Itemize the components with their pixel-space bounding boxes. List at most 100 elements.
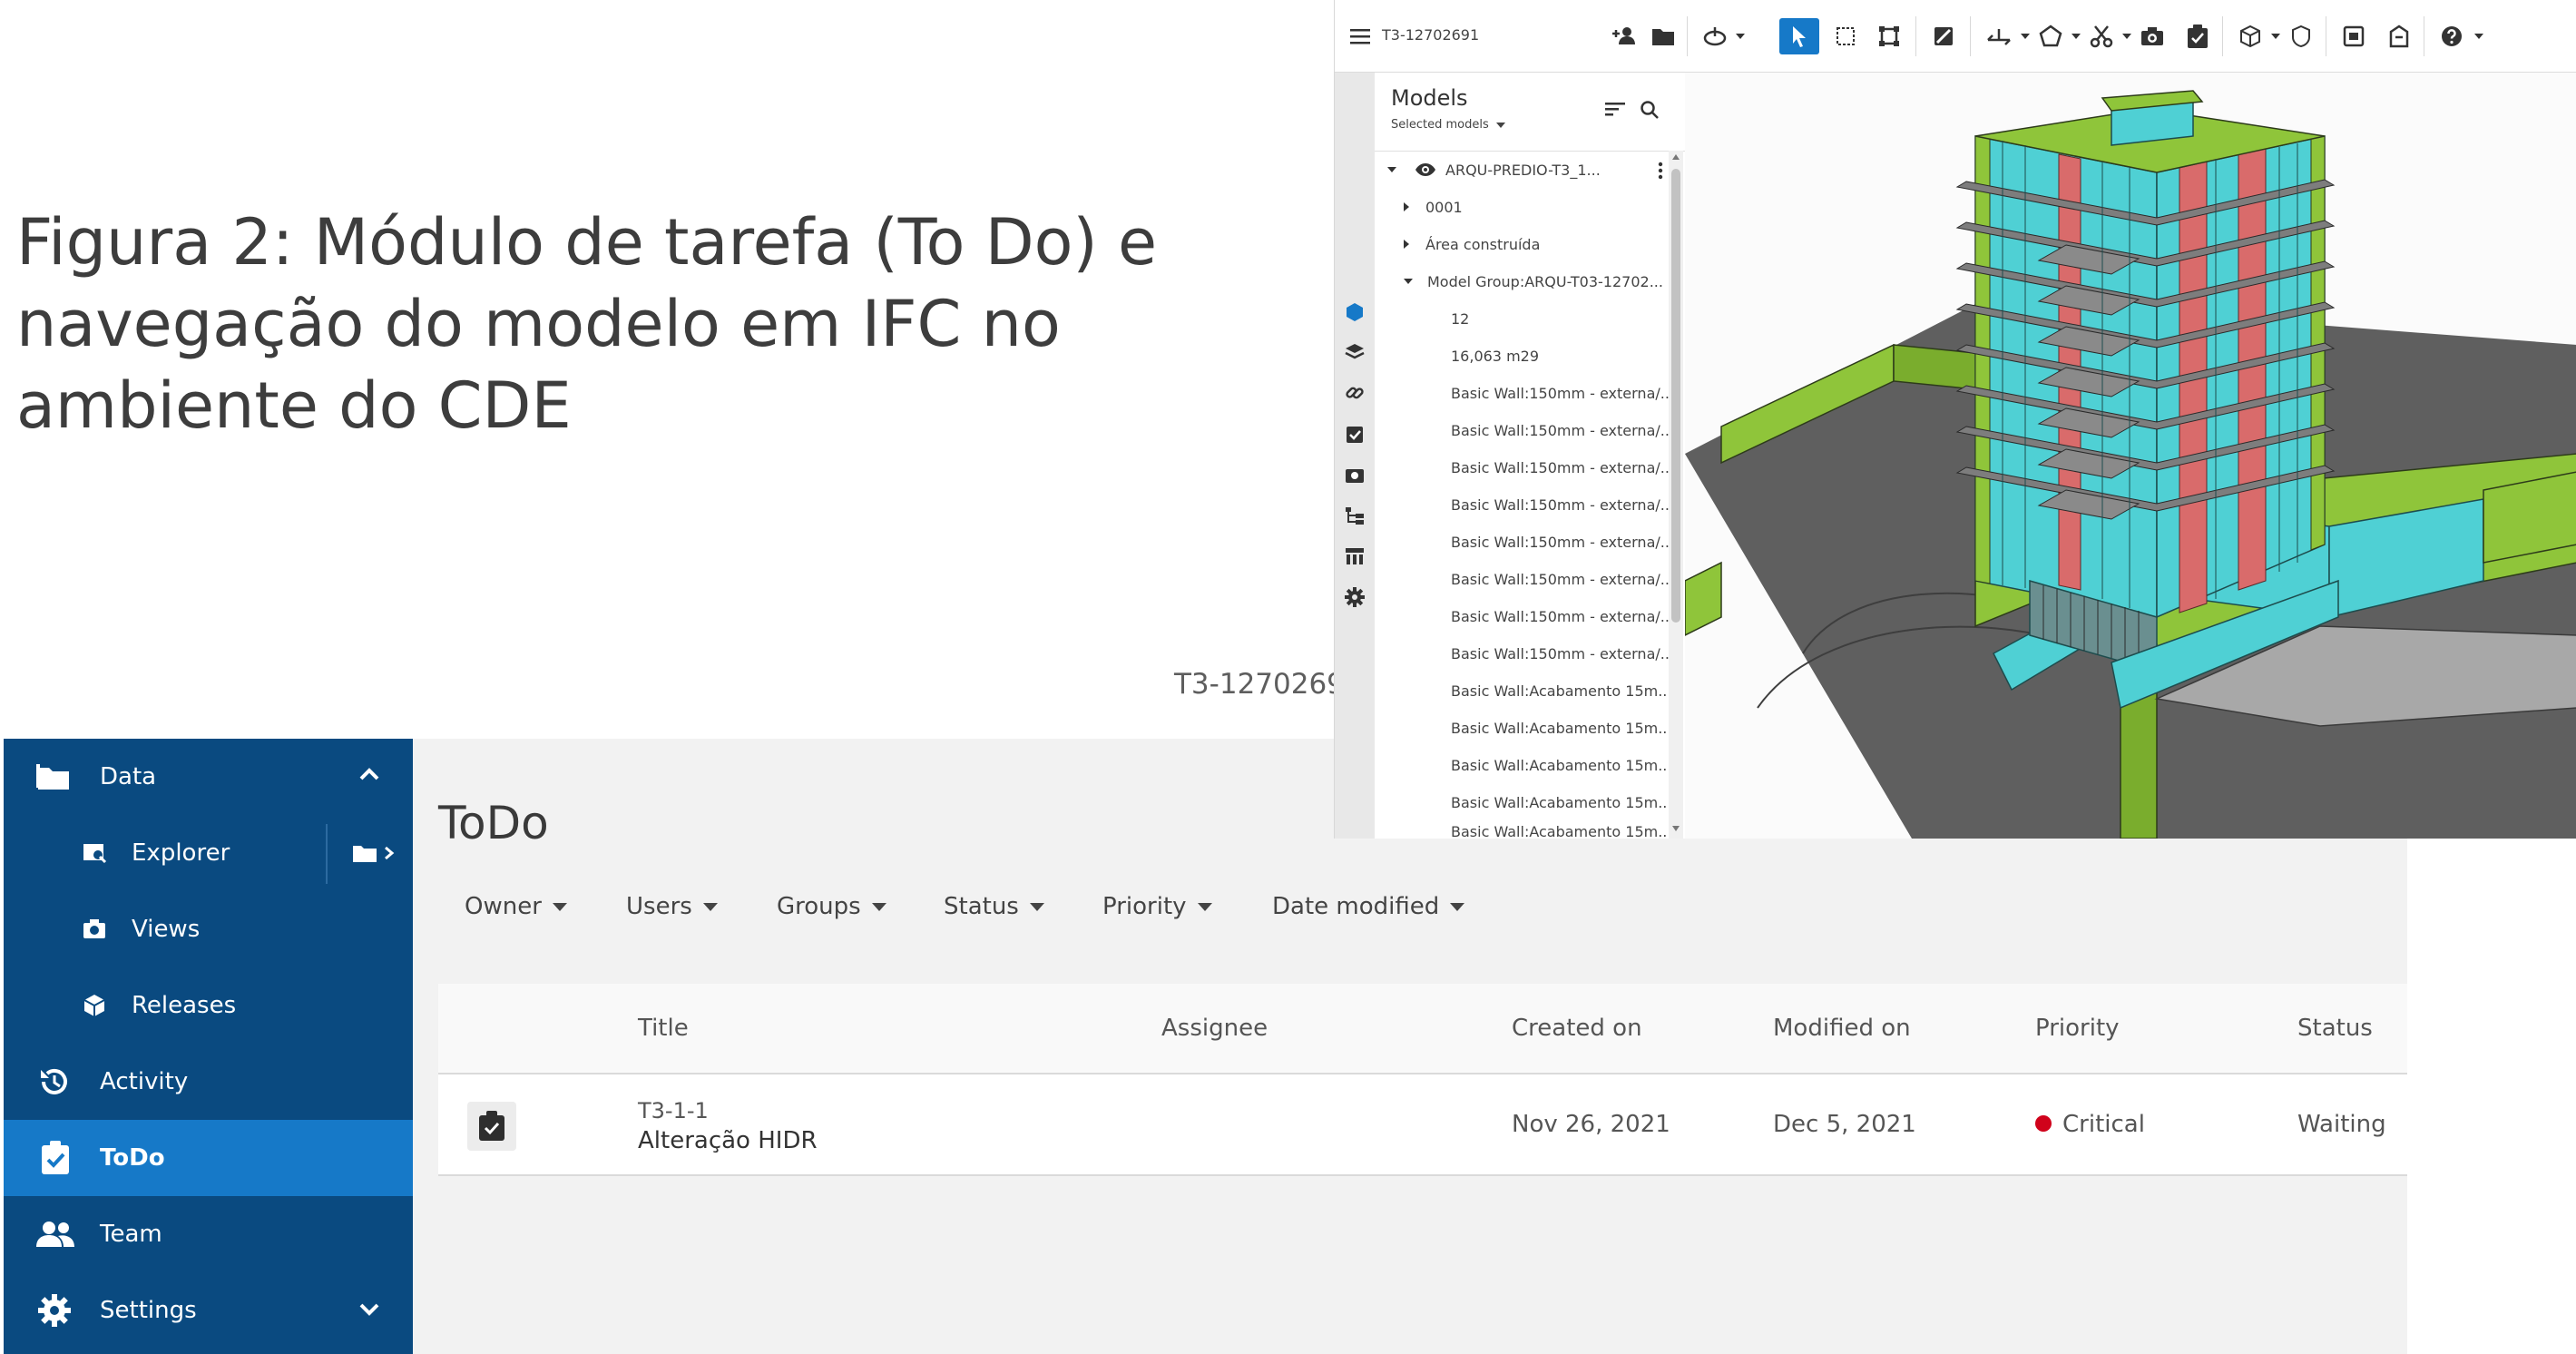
expand-caret-icon[interactable] xyxy=(1404,279,1413,284)
view-cube-icon[interactable] xyxy=(2237,22,2264,51)
column-header-modified-on[interactable]: Modified on xyxy=(1773,1015,1911,1042)
camera-icon[interactable] xyxy=(2139,22,2166,51)
table-icon[interactable] xyxy=(1344,545,1366,567)
project-code-label: T3-1270269 xyxy=(1174,668,1345,701)
3d-model-canvas[interactable] xyxy=(1685,73,2576,839)
tree-item[interactable]: Basic Wall:150mm - externa/... xyxy=(1451,531,1674,553)
sidebar-item-views[interactable]: Views xyxy=(4,891,413,967)
caret-down-icon[interactable] xyxy=(2474,34,2483,39)
shield-icon[interactable] xyxy=(2287,22,2315,51)
tree-item-label: Model Group:ARQU-T03-12702... xyxy=(1427,272,1663,290)
models-panel: Models Selected models ARQU-PREDIO-T3_1.… xyxy=(1375,73,1685,839)
chevron-up-icon[interactable] xyxy=(357,762,382,788)
column-header-status[interactable]: Status xyxy=(2297,1015,2373,1042)
filter-users[interactable]: Users xyxy=(626,893,718,920)
caret-down-icon[interactable] xyxy=(2072,34,2081,39)
tree-item[interactable]: Basic Wall:150mm - externa/... xyxy=(1451,605,1674,627)
filter-status[interactable]: Status xyxy=(944,893,1044,920)
tree-item[interactable]: Basic Wall:150mm - externa/... xyxy=(1451,456,1674,478)
menu-icon[interactable] xyxy=(1349,22,1371,51)
caret-down-icon[interactable] xyxy=(2021,34,2030,39)
tree-item[interactable]: Basic Wall:150mm - externa/... xyxy=(1451,643,1674,664)
filter-label: Priority xyxy=(1102,893,1187,920)
add-user-icon[interactable] xyxy=(1610,22,1639,51)
select-pointer-icon[interactable] xyxy=(1779,18,1819,54)
tree-item[interactable]: Basic Wall:150mm - externa/... xyxy=(1451,382,1674,404)
divider xyxy=(1687,16,1688,56)
tree-scrollbar[interactable] xyxy=(1669,151,1683,839)
eye-icon[interactable] xyxy=(1415,162,1436,177)
sort-icon[interactable] xyxy=(1605,100,1625,123)
sidebar-item-settings[interactable]: Settings xyxy=(4,1272,413,1349)
tree-item-label: Basic Wall:Acabamento 15m... xyxy=(1451,682,1672,700)
models-cube-icon[interactable] xyxy=(1344,301,1366,323)
table-row[interactable]: T3-1-1 Alteração HIDR Nov 26, 2021 Dec 5… xyxy=(438,1074,2407,1176)
tree-item[interactable]: Basic Wall:Acabamento 15m... xyxy=(1451,754,1671,776)
sidebar-item-releases[interactable]: Releases xyxy=(4,967,413,1044)
tree-item[interactable]: Basic Wall:Acabamento 15m... xyxy=(1451,824,1671,839)
column-header-created-on[interactable]: Created on xyxy=(1512,1015,1642,1042)
tree-item[interactable]: Área construída xyxy=(1404,233,1540,255)
caret-down-icon[interactable] xyxy=(2122,34,2131,39)
crop-select-icon[interactable] xyxy=(1876,22,1903,51)
caret-down-icon[interactable] xyxy=(1736,34,1745,39)
tree-item[interactable]: Basic Wall:150mm - externa/... xyxy=(1451,568,1674,590)
measure-icon[interactable] xyxy=(1984,22,2013,51)
tag-icon[interactable] xyxy=(2385,22,2413,51)
filter-date-modified[interactable]: Date modified xyxy=(1272,893,1465,920)
tree-item[interactable]: Basic Wall:Acabamento 15m... xyxy=(1451,791,1671,813)
expand-caret-icon[interactable] xyxy=(1404,202,1409,211)
viewer-side-rail xyxy=(1335,73,1375,839)
tree-item[interactable]: 12 xyxy=(1451,308,1469,329)
sidebar-item-activity[interactable]: Activity xyxy=(4,1044,413,1120)
column-header-assignee[interactable]: Assignee xyxy=(1161,1015,1268,1042)
clipboard-icon[interactable] xyxy=(2340,22,2367,51)
box-select-icon[interactable] xyxy=(1832,22,1859,51)
building-model-render[interactable] xyxy=(1685,73,2576,839)
expand-caret-icon[interactable] xyxy=(1387,167,1396,172)
todo-icon[interactable] xyxy=(1344,423,1366,445)
add-todo-icon[interactable] xyxy=(2184,22,2211,51)
link-icon[interactable] xyxy=(1344,382,1366,404)
sidebar-item-team[interactable]: Team xyxy=(4,1196,413,1272)
tree-item-model[interactable]: ARQU-PREDIO-T3_1... xyxy=(1387,159,1601,181)
more-options-icon[interactable] xyxy=(1658,162,1663,184)
sidebar-item-data[interactable]: Data xyxy=(4,739,413,815)
scissors-icon[interactable] xyxy=(2088,22,2115,51)
task-title[interactable]: Alteração HIDR xyxy=(638,1127,818,1154)
tree-item[interactable]: Basic Wall:Acabamento 15m... xyxy=(1451,680,1671,702)
gear-icon[interactable] xyxy=(1344,586,1366,608)
expand-caret-icon[interactable] xyxy=(1404,240,1409,249)
column-header-title[interactable]: Title xyxy=(638,1015,689,1042)
caret-down-icon[interactable] xyxy=(2271,34,2280,39)
tree-item[interactable]: Basic Wall:150mm - externa/... xyxy=(1451,419,1674,441)
filter-owner[interactable]: Owner xyxy=(465,893,567,920)
column-header-priority[interactable]: Priority xyxy=(2035,1015,2120,1042)
help-icon[interactable] xyxy=(2438,22,2465,51)
scroll-up-icon[interactable] xyxy=(1672,154,1680,160)
folder-icon[interactable] xyxy=(1650,22,1676,51)
task-priority: Critical xyxy=(2035,1111,2145,1138)
tree-item[interactable]: Model Group:ARQU-T03-12702... xyxy=(1404,270,1663,292)
camera-icon[interactable] xyxy=(1344,464,1366,486)
sidebar-item-explorer[interactable]: Explorer xyxy=(4,815,413,891)
hide-selection-icon[interactable] xyxy=(1930,22,1957,51)
tree-item[interactable]: 0001 xyxy=(1404,196,1463,218)
filter-priority[interactable]: Priority xyxy=(1102,893,1212,920)
search-icon[interactable] xyxy=(1640,100,1660,124)
chevron-down-icon[interactable] xyxy=(357,1296,382,1321)
selected-models-dropdown[interactable]: Selected models xyxy=(1391,118,1505,132)
layers-icon[interactable] xyxy=(1344,341,1366,363)
folder-arrow-icon[interactable] xyxy=(351,842,397,864)
filter-groups[interactable]: Groups xyxy=(777,893,886,920)
polygon-icon[interactable] xyxy=(2037,22,2064,51)
tree-icon[interactable] xyxy=(1344,505,1366,526)
scroll-down-icon[interactable] xyxy=(1672,826,1680,831)
tree-item[interactable]: Basic Wall:Acabamento 15m... xyxy=(1451,717,1671,739)
orbit-icon[interactable] xyxy=(1701,22,1729,51)
tree-item[interactable]: Basic Wall:150mm - externa/... xyxy=(1451,494,1674,515)
tree-item[interactable]: 16,063 m29 xyxy=(1451,345,1539,367)
tree-item-label: ARQU-PREDIO-T3_1... xyxy=(1445,161,1601,179)
sidebar-item-todo[interactable]: ToDo xyxy=(4,1120,413,1196)
scrollbar-thumb[interactable] xyxy=(1671,169,1680,623)
